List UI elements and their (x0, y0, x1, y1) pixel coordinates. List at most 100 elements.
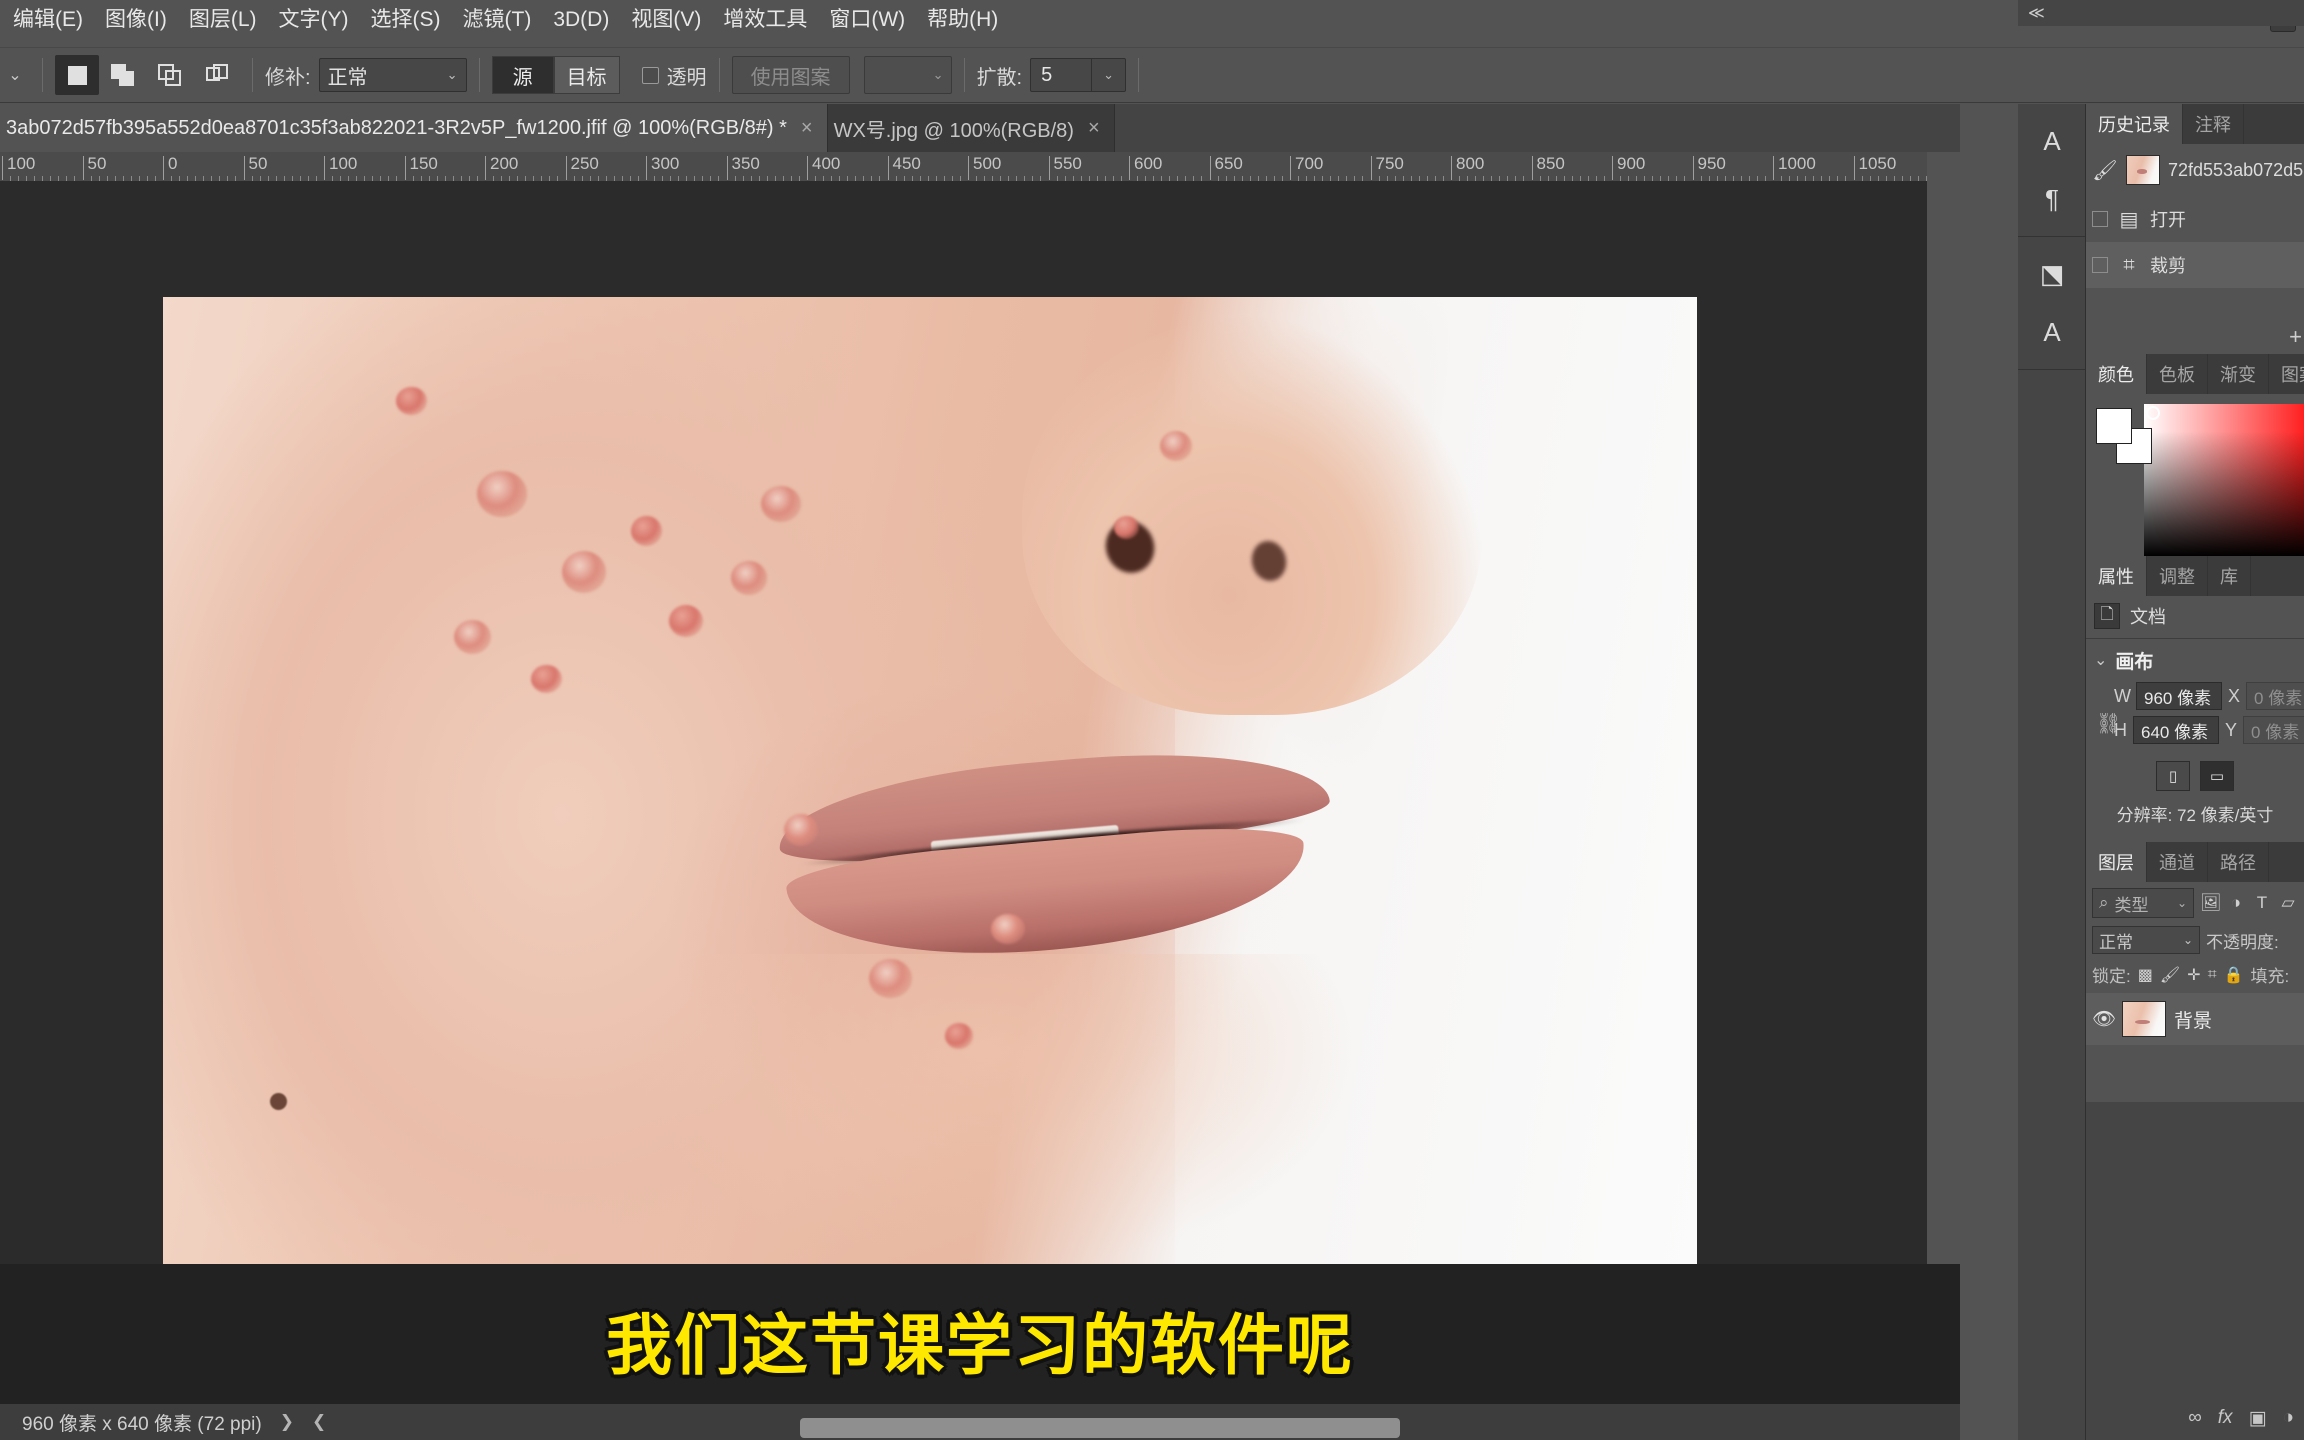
ruler-minor-tick (1257, 176, 1259, 181)
close-icon[interactable]: × (1088, 117, 1100, 140)
history-state-checkbox[interactable] (2092, 257, 2108, 273)
canvas-section-header[interactable]: ⌄ 画布 (2086, 645, 2304, 675)
tab-color[interactable]: 颜色 (2086, 354, 2147, 394)
link-layers-icon[interactable]: ∞ (2188, 1407, 2202, 1429)
layer-filter-select[interactable]: ⌕ 类型 ⌄ (2092, 888, 2194, 918)
canvas-area[interactable] (0, 182, 1927, 1404)
diffusion-input[interactable]: 5 (1030, 58, 1093, 92)
blend-mode-select[interactable]: 正常 ⌄ (2092, 926, 2200, 954)
paragraph-styles-icon[interactable]: A (2018, 303, 2086, 361)
menu-item-10[interactable]: 帮助(H) (916, 0, 1009, 40)
character-panel-icon[interactable]: A (2018, 112, 2086, 170)
menu-item-3[interactable]: 文字(Y) (268, 0, 360, 40)
lock-artboard-icon[interactable]: ⌗ (2208, 966, 2217, 984)
status-next-arrow-icon[interactable]: ❯ (280, 1412, 294, 1432)
ruler-minor-tick (1523, 176, 1525, 181)
layer-visibility-icon[interactable]: 👁 (2092, 1007, 2116, 1031)
menu-item-5[interactable]: 滤镜(T) (452, 0, 543, 40)
ruler-minor-tick (1032, 176, 1034, 181)
history-state-checkbox[interactable] (2092, 211, 2108, 227)
image-filter-icon[interactable]: 🖼 (2200, 893, 2222, 913)
new-adjustment-layer-icon[interactable]: ◑ (2283, 1407, 2294, 1429)
tab-swatches[interactable]: 色板 (2147, 354, 2208, 394)
ruler-minor-tick (138, 176, 140, 181)
lock-image-icon[interactable]: 🖌 (2160, 965, 2180, 985)
layer-style-icon[interactable]: fx (2218, 1407, 2233, 1429)
intersect-selection-button[interactable] (196, 55, 240, 95)
canvas-height-input[interactable]: 640 像素 (2133, 716, 2219, 744)
layer-thumbnail (2122, 1001, 2166, 1037)
tab-notes[interactable]: 注释 (2183, 104, 2244, 144)
document-icon: ▤ (2119, 208, 2139, 231)
image-acne-spot (761, 486, 802, 522)
color-panel-tabs: 颜色 色板 渐变 图案 (2086, 354, 2304, 394)
canvas-x-input[interactable]: 0 像素 (2246, 682, 2304, 710)
history-snapshot-row[interactable]: 🖌 72fd553ab072d57fb395a5 (2086, 144, 2304, 196)
document-tab-1[interactable]: WX号.jpg @ 100%(RGB/8) × (827, 104, 1115, 152)
close-icon[interactable]: × (801, 117, 813, 140)
menu-item-8[interactable]: 增效工具 (712, 0, 818, 40)
menu-item-2[interactable]: 图层(L) (178, 0, 268, 40)
lock-transparent-icon[interactable]: ▩ (2138, 965, 2153, 985)
tool-preset-chevron-icon[interactable]: ⌄ (0, 65, 30, 85)
lock-all-icon[interactable]: 🔒 (2224, 965, 2244, 985)
menu-item-1[interactable]: 图像(I) (94, 0, 178, 40)
layer-row-background[interactable]: 👁 背景 (2086, 993, 2304, 1045)
tab-paths[interactable]: 路径 (2208, 842, 2269, 882)
character-styles-icon[interactable]: ⬔ (2018, 245, 2086, 303)
new-snapshot-button[interactable]: + (2289, 324, 2302, 350)
adjustment-filter-icon[interactable]: ◑ (2226, 893, 2246, 913)
new-selection-button[interactable] (55, 55, 99, 95)
tab-history[interactable]: 历史记录 (2086, 104, 2183, 144)
paragraph-panel-icon[interactable]: ¶ (2018, 170, 2086, 228)
canvas-width-input[interactable]: 960 像素 (2136, 682, 2222, 710)
add-to-selection-button[interactable] (102, 55, 146, 95)
patch-target-button[interactable]: 目标 (553, 56, 620, 94)
tab-libraries[interactable]: 库 (2208, 556, 2251, 596)
document-type-row: 🗋 文档 (2086, 596, 2304, 636)
tab-properties[interactable]: 属性 (2086, 556, 2147, 596)
tab-channels[interactable]: 通道 (2147, 842, 2208, 882)
layer-mask-icon[interactable]: ▣ (2249, 1407, 2267, 1430)
link-dimensions-icon[interactable]: ⛓ (2096, 711, 2121, 736)
menu-item-7[interactable]: 视图(V) (620, 0, 712, 40)
status-prev-arrow-icon[interactable]: ❮ (312, 1412, 326, 1432)
transparent-checkbox[interactable]: 透明 (641, 61, 707, 90)
foreground-color-swatch[interactable] (2096, 408, 2132, 444)
history-state-open[interactable]: ▤ 打开 (2086, 196, 2304, 242)
divider (1138, 58, 1140, 92)
collapse-panels-button[interactable]: ≪ (2018, 0, 2304, 26)
tab-patterns[interactable]: 图案 (2269, 354, 2304, 394)
landscape-orientation-button[interactable]: ▭ (2200, 761, 2234, 791)
lock-position-icon[interactable]: ✛ (2187, 965, 2200, 985)
menu-item-9[interactable]: 窗口(W) (818, 0, 916, 40)
tab-gradients[interactable]: 渐变 (2208, 354, 2269, 394)
use-pattern-button[interactable]: 使用图案 (731, 56, 850, 94)
document-tab-0[interactable]: 3ab072d57fb395a552d0ea8701c35f3ab822021-… (0, 104, 828, 152)
diffusion-stepper-chevron-icon[interactable]: ⌄ (1092, 58, 1127, 92)
horizontal-ruler[interactable]: 100 50 0 50 100 150 200 250 300 350 400 450 500 550 60… (0, 152, 1927, 182)
menu-item-4[interactable]: 选择(S) (360, 0, 452, 40)
color-picker-handle[interactable] (2146, 406, 2160, 420)
patch-source-button[interactable]: 源 (491, 56, 554, 94)
layers-panel-body: ⌕ 类型 ⌄ 🖼 ◑ T ▱ 正常 ⌄ 不透明度: 锁定: ▩ 🖌 ✛ ⌗ 🔒 … (2086, 882, 2304, 1102)
tab-adjustments[interactable]: 调整 (2147, 556, 2208, 596)
shape-filter-icon[interactable]: ▱ (2278, 893, 2298, 913)
ruler-minor-tick (1668, 176, 1670, 181)
pattern-picker[interactable]: ⌄ (863, 56, 952, 94)
color-ramp[interactable] (2144, 404, 2304, 556)
history-state-crop[interactable]: ⌗ 裁剪 (2086, 242, 2304, 288)
portrait-orientation-button[interactable]: ▯ (2156, 761, 2190, 791)
patch-mode-select[interactable]: 正常 ⌄ (318, 58, 467, 92)
menu-item-6[interactable]: 3D(D) (542, 0, 620, 40)
document-image (163, 297, 1697, 1292)
canvas-y-input[interactable]: 0 像素 (2243, 716, 2304, 744)
text-filter-icon[interactable]: T (2252, 893, 2272, 913)
subtract-from-selection-button[interactable] (149, 55, 193, 95)
subtract-from-selection-icon (158, 63, 184, 87)
horizontal-scrollbar-thumb[interactable] (800, 1418, 1400, 1438)
ruler-minor-tick (1112, 176, 1114, 181)
menu-item-0[interactable]: 编辑(E) (2, 0, 94, 40)
tab-layers[interactable]: 图层 (2086, 842, 2147, 882)
ruler-minor-tick (1064, 176, 1066, 181)
